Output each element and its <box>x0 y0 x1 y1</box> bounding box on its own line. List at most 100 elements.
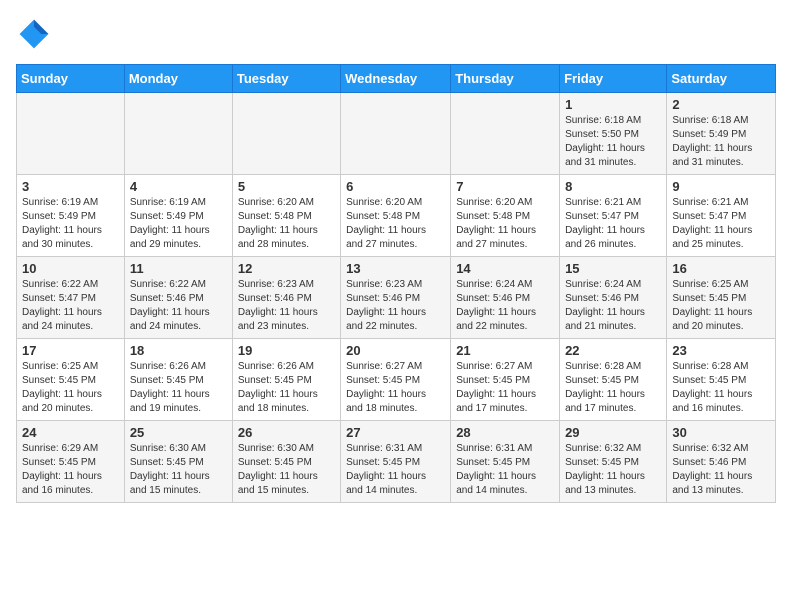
day-info: Sunrise: 6:26 AMSunset: 5:45 PMDaylight:… <box>130 360 227 416</box>
day-number: 6 <box>346 179 445 194</box>
day-cell: 1Sunrise: 6:18 AMSunset: 5:50 PMDaylight… <box>560 93 667 175</box>
header <box>16 16 776 52</box>
day-info: Sunrise: 6:24 AMSunset: 5:46 PMDaylight:… <box>565 278 661 334</box>
day-cell: 6 Sunrise: 6:20 AMSunset: 5:48 PMDaylight… <box>341 175 451 257</box>
day-cell <box>232 93 340 175</box>
header-cell-sunday: Sunday <box>17 65 125 93</box>
calendar-header: SundayMondayTuesdayWednesdayThursdayFrid… <box>17 65 776 93</box>
day-cell: 23Sunrise: 6:28 AMSunset: 5:45 PMDayligh… <box>667 339 776 421</box>
day-cell <box>17 93 125 175</box>
day-number: 25 <box>130 425 227 440</box>
day-cell: 22 Sunrise: 6:28 AMSunset: 5:45 PMDayligh… <box>560 339 667 421</box>
day-info: Sunrise: 6:20 AMSunset: 5:48 PMDaylight:… <box>238 196 335 252</box>
day-number: 19 <box>238 343 335 358</box>
day-cell: 18 Sunrise: 6:26 AMSunset: 5:45 PMDayligh… <box>124 339 232 421</box>
logo-icon <box>16 16 52 52</box>
header-row: SundayMondayTuesdayWednesdayThursdayFrid… <box>17 65 776 93</box>
day-info: Sunrise: 6:19 AMSunset: 5:49 PMDaylight:… <box>130 196 227 252</box>
day-cell <box>124 93 232 175</box>
calendar-table: SundayMondayTuesdayWednesdayThursdayFrid… <box>16 64 776 503</box>
day-number: 23 <box>672 343 770 358</box>
day-cell: 15 Sunrise: 6:24 AMSunset: 5:46 PMDayligh… <box>560 257 667 339</box>
header-cell-friday: Friday <box>560 65 667 93</box>
day-number: 30 <box>672 425 770 440</box>
day-info: Sunrise: 6:31 AMSunset: 5:45 PMDaylight:… <box>456 442 554 498</box>
calendar-body: 1Sunrise: 6:18 AMSunset: 5:50 PMDaylight… <box>17 93 776 503</box>
day-cell: 14Sunrise: 6:24 AMSunset: 5:46 PMDayligh… <box>451 257 560 339</box>
day-number: 3 <box>22 179 119 194</box>
day-number: 20 <box>346 343 445 358</box>
day-info: Sunrise: 6:27 AMSunset: 5:45 PMDaylight:… <box>346 360 445 416</box>
day-info: Sunrise: 6:24 AMSunset: 5:46 PMDaylight:… <box>456 278 554 334</box>
day-number: 17 <box>22 343 119 358</box>
day-cell: 21 Sunrise: 6:27 AMSunset: 5:45 PMDayligh… <box>451 339 560 421</box>
day-info: Sunrise: 6:20 AMSunset: 5:48 PMDaylight:… <box>346 196 445 252</box>
day-info: Sunrise: 6:21 AMSunset: 5:47 PMDaylight:… <box>672 196 770 252</box>
day-number: 9 <box>672 179 770 194</box>
day-number: 24 <box>22 425 119 440</box>
day-info: Sunrise: 6:32 AMSunset: 5:45 PMDaylight:… <box>565 442 661 498</box>
day-info: Sunrise: 6:32 AMSunset: 5:46 PMDaylight:… <box>672 442 770 498</box>
day-number: 27 <box>346 425 445 440</box>
day-cell <box>341 93 451 175</box>
header-cell-monday: Monday <box>124 65 232 93</box>
week-row-2: 3 Sunrise: 6:19 AMSunset: 5:49 PMDaylight… <box>17 175 776 257</box>
day-number: 29 <box>565 425 661 440</box>
day-cell: 30 Sunrise: 6:32 AMSunset: 5:46 PMDayligh… <box>667 421 776 503</box>
header-cell-thursday: Thursday <box>451 65 560 93</box>
day-cell: 24 Sunrise: 6:29 AMSunset: 5:45 PMDayligh… <box>17 421 125 503</box>
day-cell: 29 Sunrise: 6:32 AMSunset: 5:45 PMDayligh… <box>560 421 667 503</box>
day-number: 5 <box>238 179 335 194</box>
logo <box>16 16 58 52</box>
header-cell-wednesday: Wednesday <box>341 65 451 93</box>
day-cell <box>451 93 560 175</box>
day-cell: 11 Sunrise: 6:22 AMSunset: 5:46 PMDayligh… <box>124 257 232 339</box>
day-cell: 3 Sunrise: 6:19 AMSunset: 5:49 PMDaylight… <box>17 175 125 257</box>
day-number: 1 <box>565 97 661 112</box>
day-cell: 16Sunrise: 6:25 AMSunset: 5:45 PMDayligh… <box>667 257 776 339</box>
day-number: 15 <box>565 261 661 276</box>
day-cell: 5 Sunrise: 6:20 AMSunset: 5:48 PMDaylight… <box>232 175 340 257</box>
day-number: 18 <box>130 343 227 358</box>
day-info: Sunrise: 6:27 AMSunset: 5:45 PMDaylight:… <box>456 360 554 416</box>
day-cell: 28 Sunrise: 6:31 AMSunset: 5:45 PMDayligh… <box>451 421 560 503</box>
week-row-5: 24 Sunrise: 6:29 AMSunset: 5:45 PMDayligh… <box>17 421 776 503</box>
day-cell: 12Sunrise: 6:23 AMSunset: 5:46 PMDayligh… <box>232 257 340 339</box>
day-cell: 9 Sunrise: 6:21 AMSunset: 5:47 PMDaylight… <box>667 175 776 257</box>
day-number: 21 <box>456 343 554 358</box>
day-number: 22 <box>565 343 661 358</box>
day-number: 13 <box>346 261 445 276</box>
day-cell: 27Sunrise: 6:31 AMSunset: 5:45 PMDayligh… <box>341 421 451 503</box>
header-cell-tuesday: Tuesday <box>232 65 340 93</box>
day-number: 26 <box>238 425 335 440</box>
day-number: 11 <box>130 261 227 276</box>
day-info: Sunrise: 6:29 AMSunset: 5:45 PMDaylight:… <box>22 442 119 498</box>
day-info: Sunrise: 6:18 AMSunset: 5:49 PMDaylight:… <box>672 114 770 170</box>
day-info: Sunrise: 6:30 AMSunset: 5:45 PMDaylight:… <box>130 442 227 498</box>
day-cell: 26 Sunrise: 6:30 AMSunset: 5:45 PMDayligh… <box>232 421 340 503</box>
day-cell: 19Sunrise: 6:26 AMSunset: 5:45 PMDayligh… <box>232 339 340 421</box>
day-info: Sunrise: 6:25 AMSunset: 5:45 PMDaylight:… <box>22 360 119 416</box>
day-cell: 20 Sunrise: 6:27 AMSunset: 5:45 PMDayligh… <box>341 339 451 421</box>
day-number: 10 <box>22 261 119 276</box>
day-info: Sunrise: 6:20 AMSunset: 5:48 PMDaylight:… <box>456 196 554 252</box>
day-number: 16 <box>672 261 770 276</box>
day-cell: 7 Sunrise: 6:20 AMSunset: 5:48 PMDaylight… <box>451 175 560 257</box>
day-info: Sunrise: 6:28 AMSunset: 5:45 PMDaylight:… <box>565 360 661 416</box>
day-cell: 2 Sunrise: 6:18 AMSunset: 5:49 PMDaylight… <box>667 93 776 175</box>
day-info: Sunrise: 6:23 AMSunset: 5:46 PMDaylight:… <box>238 278 335 334</box>
day-info: Sunrise: 6:30 AMSunset: 5:45 PMDaylight:… <box>238 442 335 498</box>
day-number: 7 <box>456 179 554 194</box>
week-row-1: 1Sunrise: 6:18 AMSunset: 5:50 PMDaylight… <box>17 93 776 175</box>
day-info: Sunrise: 6:23 AMSunset: 5:46 PMDaylight:… <box>346 278 445 334</box>
day-cell: 17 Sunrise: 6:25 AMSunset: 5:45 PMDayligh… <box>17 339 125 421</box>
day-number: 28 <box>456 425 554 440</box>
week-row-3: 10 Sunrise: 6:22 AMSunset: 5:47 PMDayligh… <box>17 257 776 339</box>
day-cell: 25 Sunrise: 6:30 AMSunset: 5:45 PMDayligh… <box>124 421 232 503</box>
day-cell: 13 Sunrise: 6:23 AMSunset: 5:46 PMDayligh… <box>341 257 451 339</box>
day-number: 2 <box>672 97 770 112</box>
day-cell: 10 Sunrise: 6:22 AMSunset: 5:47 PMDayligh… <box>17 257 125 339</box>
day-info: Sunrise: 6:22 AMSunset: 5:46 PMDaylight:… <box>130 278 227 334</box>
day-info: Sunrise: 6:22 AMSunset: 5:47 PMDaylight:… <box>22 278 119 334</box>
day-info: Sunrise: 6:19 AMSunset: 5:49 PMDaylight:… <box>22 196 119 252</box>
